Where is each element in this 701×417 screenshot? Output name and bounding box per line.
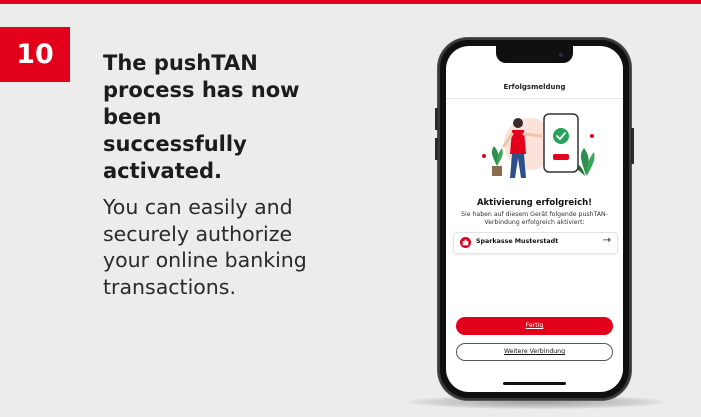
phone-power-button bbox=[631, 128, 634, 164]
step-description: You can easily and securely authorize yo… bbox=[103, 195, 307, 299]
screen-nav-title: Erfolgsmeldung bbox=[503, 83, 566, 91]
step-heading: The pushTAN process has now been success… bbox=[103, 51, 300, 183]
checkmark-icon bbox=[553, 128, 569, 144]
phone-volume-down-button bbox=[435, 138, 438, 160]
further-connection-button[interactable]: Weitere Verbindung bbox=[456, 343, 613, 361]
phone-mockup: Erfolgsmeldung Aktivierung erfolgreich! … bbox=[435, 38, 634, 400]
instruction-panel: 10 The pushTAN process has now been succ… bbox=[0, 0, 701, 417]
home-indicator[interactable] bbox=[503, 382, 566, 385]
step-number-badge: 10 bbox=[0, 27, 70, 82]
done-button[interactable]: Fertig bbox=[456, 317, 613, 335]
top-accent-rule bbox=[0, 0, 701, 4]
nav-divider bbox=[446, 98, 623, 99]
success-message: Sie haben auf diesem Gerät folgende push… bbox=[461, 211, 608, 226]
arrow-right-icon: → bbox=[602, 235, 611, 246]
camera-icon bbox=[559, 53, 563, 57]
phone-screen: Erfolgsmeldung Aktivierung erfolgreich! … bbox=[446, 46, 623, 392]
illustration-button bbox=[553, 154, 569, 160]
success-title: Aktivierung erfolgreich! bbox=[476, 198, 593, 208]
sparkasse-logo-icon bbox=[460, 237, 471, 248]
person-head bbox=[513, 118, 523, 128]
connection-row[interactable]: Sparkasse Musterstadt → bbox=[453, 232, 618, 254]
success-illustration bbox=[482, 113, 595, 178]
phone-notch bbox=[496, 46, 573, 63]
bank-name: Sparkasse Musterstadt bbox=[476, 238, 559, 245]
phone-volume-up-button bbox=[435, 108, 438, 130]
